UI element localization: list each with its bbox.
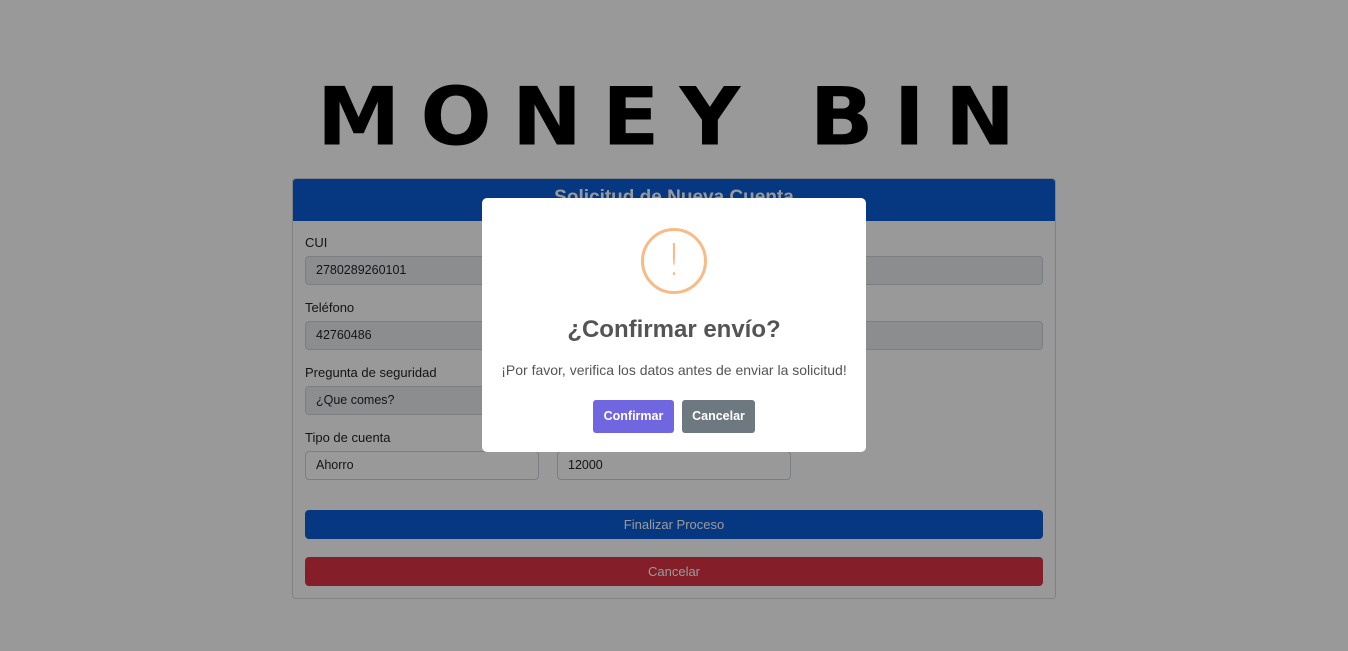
confirm-dialog: ! ¿Confirmar envío? ¡Por favor, verifica… — [482, 198, 866, 452]
dialog-message: ¡Por favor, verifica los datos antes de … — [501, 362, 847, 378]
confirm-button[interactable]: Confirmar — [593, 400, 674, 433]
cancel-button[interactable]: Cancelar — [682, 400, 755, 433]
dialog-title: ¿Confirmar envío? — [567, 316, 781, 343]
exclamation-icon: ! — [641, 228, 707, 294]
